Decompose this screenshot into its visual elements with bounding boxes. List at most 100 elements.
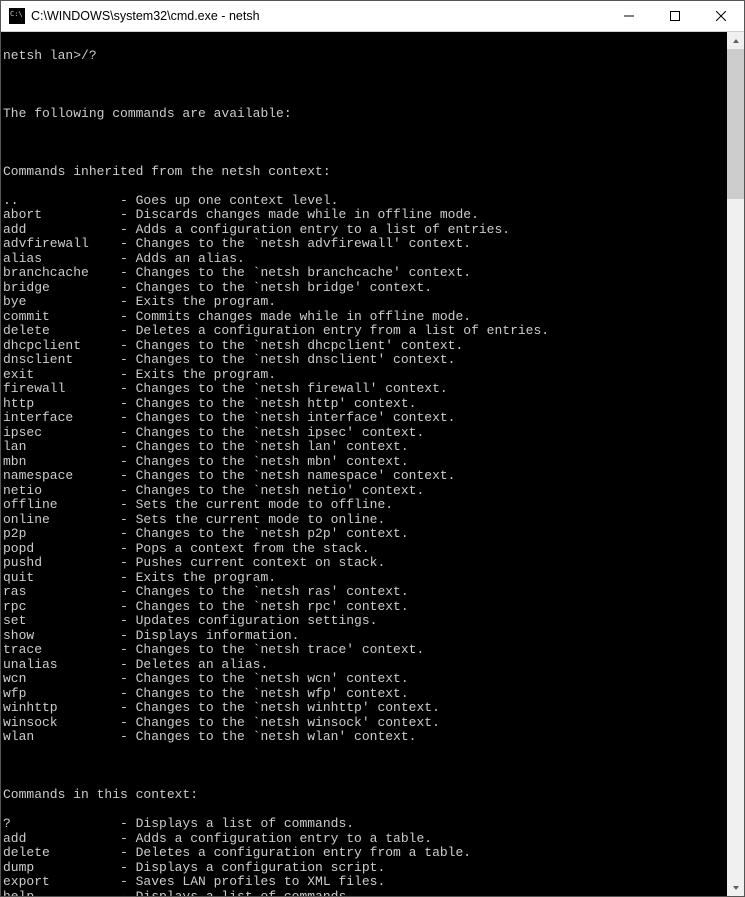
- command-name: branchcache: [3, 266, 120, 281]
- command-name: pushd: [3, 556, 120, 571]
- command-name: popd: [3, 542, 120, 557]
- command-desc: - Exits the program.: [120, 294, 276, 309]
- command-name: alias: [3, 252, 120, 267]
- command-row: help- Displays a list of commands.: [3, 890, 727, 897]
- command-desc: - Changes to the `netsh ras' context.: [120, 584, 409, 599]
- command-desc: - Changes to the `netsh trace' context.: [120, 642, 424, 657]
- command-name: lan: [3, 440, 120, 455]
- command-row: winhttp- Changes to the `netsh winhttp' …: [3, 701, 727, 716]
- command-row: commit- Commits changes made while in of…: [3, 310, 727, 325]
- command-desc: - Sets the current mode to offline.: [120, 497, 393, 512]
- command-name: add: [3, 832, 120, 847]
- command-row: namespace- Changes to the `netsh namespa…: [3, 469, 727, 484]
- command-desc: - Adds a configuration entry to a list o…: [120, 222, 510, 237]
- command-desc: - Pushes current context on stack.: [120, 555, 385, 570]
- command-desc: - Changes to the `netsh wcn' context.: [120, 671, 409, 686]
- scroll-down-button[interactable]: [727, 879, 744, 896]
- command-row: show- Displays information.: [3, 629, 727, 644]
- command-name: wfp: [3, 687, 120, 702]
- command-row: wcn- Changes to the `netsh wcn' context.: [3, 672, 727, 687]
- command-name: netio: [3, 484, 120, 499]
- command-desc: - Sets the current mode to online.: [120, 512, 385, 527]
- command-desc: - Exits the program.: [120, 367, 276, 382]
- command-desc: - Changes to the `netsh branchcache' con…: [120, 265, 471, 280]
- vertical-scrollbar[interactable]: [727, 32, 744, 896]
- command-name: dnsclient: [3, 353, 120, 368]
- command-desc: - Changes to the `netsh wfp' context.: [120, 686, 409, 701]
- window-title: C:\WINDOWS\system32\cmd.exe - netsh: [31, 9, 606, 23]
- command-row: http- Changes to the `netsh http' contex…: [3, 397, 727, 412]
- minimize-icon: [624, 11, 634, 21]
- command-row: abort- Discards changes made while in of…: [3, 208, 727, 223]
- prompt-line: netsh lan>/?: [3, 49, 727, 64]
- close-icon: [716, 11, 726, 21]
- scroll-track[interactable]: [727, 49, 744, 879]
- command-row: set- Updates configuration settings.: [3, 614, 727, 629]
- command-name: rpc: [3, 600, 120, 615]
- command-row: export- Saves LAN profiles to XML files.: [3, 875, 727, 890]
- command-desc: - Changes to the `netsh rpc' context.: [120, 599, 409, 614]
- command-row: wlan- Changes to the `netsh wlan' contex…: [3, 730, 727, 745]
- command-row: interface- Changes to the `netsh interfa…: [3, 411, 727, 426]
- command-desc: - Deletes a configuration entry from a t…: [120, 845, 471, 860]
- command-desc: - Goes up one context level.: [120, 193, 338, 208]
- blank-line: [3, 78, 727, 93]
- scroll-up-button[interactable]: [727, 32, 744, 49]
- command-desc: - Changes to the `netsh wlan' context.: [120, 729, 416, 744]
- command-row: pushd- Pushes current context on stack.: [3, 556, 727, 571]
- command-name: abort: [3, 208, 120, 223]
- titlebar[interactable]: C:\WINDOWS\system32\cmd.exe - netsh: [1, 1, 744, 32]
- command-desc: - Displays information.: [120, 628, 299, 643]
- command-name: delete: [3, 846, 120, 861]
- command-name: help: [3, 890, 120, 897]
- command-desc: - Changes to the `netsh dhcpclient' cont…: [120, 338, 463, 353]
- scroll-thumb[interactable]: [727, 49, 744, 199]
- command-name: firewall: [3, 382, 120, 397]
- command-desc: - Changes to the `netsh lan' context.: [120, 439, 409, 454]
- command-desc: - Displays a list of commands.: [120, 816, 354, 831]
- maximize-button[interactable]: [652, 1, 698, 31]
- command-row: ipsec- Changes to the `netsh ipsec' cont…: [3, 426, 727, 441]
- command-desc: - Changes to the `netsh interface' conte…: [120, 410, 455, 425]
- chevron-down-icon: [732, 884, 740, 892]
- command-row: offline- Sets the current mode to offlin…: [3, 498, 727, 513]
- section-inherited: Commands inherited from the netsh contex…: [3, 165, 727, 180]
- command-desc: - Changes to the `netsh namespace' conte…: [120, 468, 455, 483]
- command-desc: - Changes to the `netsh p2p' context.: [120, 526, 409, 541]
- command-row: alias- Adds an alias.: [3, 252, 727, 267]
- inherited-commands: ..- Goes up one context level.abort- Dis…: [3, 194, 727, 745]
- command-row: lan- Changes to the `netsh lan' context.: [3, 440, 727, 455]
- command-row: mbn- Changes to the `netsh mbn' context.: [3, 455, 727, 470]
- context-commands: ?- Displays a list of commands.add- Adds…: [3, 817, 727, 896]
- command-name: unalias: [3, 658, 120, 673]
- command-name: export: [3, 875, 120, 890]
- command-row: dhcpclient- Changes to the `netsh dhcpcl…: [3, 339, 727, 354]
- command-row: ..- Goes up one context level.: [3, 194, 727, 209]
- command-name: wlan: [3, 730, 120, 745]
- minimize-button[interactable]: [606, 1, 652, 31]
- command-desc: - Changes to the `netsh dnsclient' conte…: [120, 352, 455, 367]
- close-button[interactable]: [698, 1, 744, 31]
- command-desc: - Changes to the `netsh winhttp' context…: [120, 700, 440, 715]
- command-desc: - Deletes an alias.: [120, 657, 268, 672]
- command-desc: - Changes to the `netsh netio' context.: [120, 483, 424, 498]
- command-name: set: [3, 614, 120, 629]
- command-row: trace- Changes to the `netsh trace' cont…: [3, 643, 727, 658]
- command-row: winsock- Changes to the `netsh winsock' …: [3, 716, 727, 731]
- command-name: exit: [3, 368, 120, 383]
- command-row: advfirewall- Changes to the `netsh advfi…: [3, 237, 727, 252]
- command-name: online: [3, 513, 120, 528]
- command-row: rpc- Changes to the `netsh rpc' context.: [3, 600, 727, 615]
- command-desc: - Exits the program.: [120, 570, 276, 585]
- command-name: mbn: [3, 455, 120, 470]
- command-name: winhttp: [3, 701, 120, 716]
- command-row: ras- Changes to the `netsh ras' context.: [3, 585, 727, 600]
- command-desc: - Discards changes made while in offline…: [120, 207, 479, 222]
- command-name: ras: [3, 585, 120, 600]
- chevron-up-icon: [732, 37, 740, 45]
- command-name: interface: [3, 411, 120, 426]
- console-output[interactable]: netsh lan>/? The following commands are …: [1, 32, 727, 896]
- command-name: wcn: [3, 672, 120, 687]
- command-desc: - Deletes a configuration entry from a l…: [120, 323, 549, 338]
- command-row: dump- Displays a configuration script.: [3, 861, 727, 876]
